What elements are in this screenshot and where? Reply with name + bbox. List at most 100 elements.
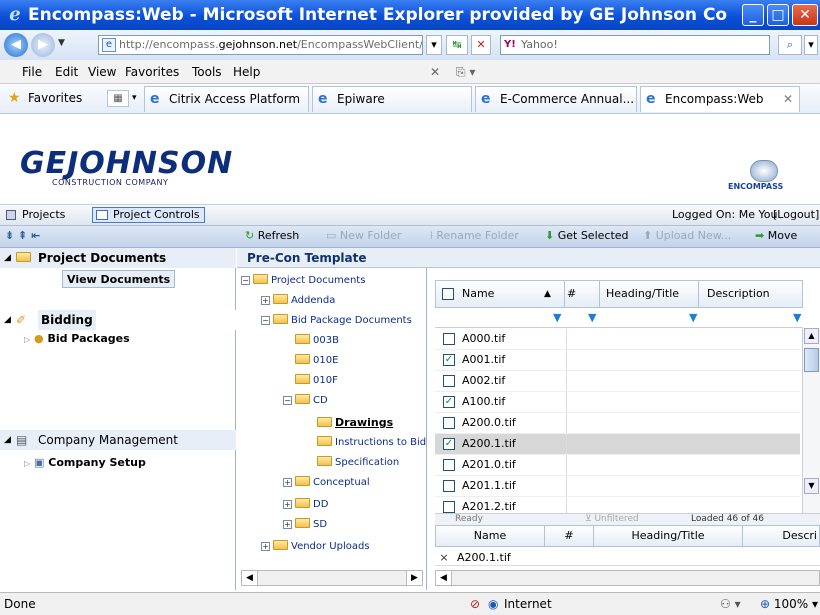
blocked-icon[interactable]: ⊘ [470, 593, 480, 615]
protected-mode-icon[interactable]: ⚇ ▾ [720, 593, 741, 615]
scroll-down-arrow-icon[interactable]: ▼ [804, 478, 819, 494]
tree-node-drawings[interactable]: Drawings [317, 414, 393, 432]
row-checkbox-checked[interactable]: ✓ [443, 438, 455, 450]
forward-button[interactable]: ▶ [31, 33, 55, 57]
tree-node-sd[interactable]: + SD [283, 516, 327, 534]
quick-tabs-icon[interactable]: ▦ [107, 90, 129, 107]
select-all-checkbox[interactable] [442, 288, 454, 300]
tab-citrix[interactable]: e Citrix Access Platform [144, 86, 309, 112]
tree-node-instructions[interactable]: Instructions to Bid [317, 434, 426, 452]
get-selected-button[interactable]: ⬇ Get Selected [545, 226, 629, 246]
tree-node-specification[interactable]: Specification [317, 454, 399, 472]
tree-horizontal-scrollbar[interactable]: ◀ ▶ [241, 570, 423, 586]
zoom-control[interactable]: ⊕ 100% ▾ [760, 593, 818, 615]
security-zone[interactable]: Internet [504, 593, 552, 615]
tree-node-conceptual[interactable]: + Conceptual [283, 474, 370, 492]
grid-row[interactable]: A000.tif [435, 329, 800, 350]
menu-file[interactable]: File [22, 60, 42, 84]
close-toolbar-icon[interactable]: ✕ [430, 60, 440, 84]
search-options-dropdown[interactable]: ▾ [804, 35, 818, 55]
detail-header-heading[interactable]: Heading/Title [593, 525, 743, 547]
row-checkbox[interactable] [443, 375, 455, 387]
grid-header-number[interactable]: # [564, 280, 600, 308]
nav-item-view-documents[interactable]: View Documents [62, 270, 176, 288]
history-dropdown[interactable]: ▼ [58, 38, 65, 48]
nav-item-company-setup[interactable]: ▷ ▣ Company Setup [24, 454, 146, 472]
minimize-button[interactable]: _ [742, 4, 764, 26]
tree-node-010e[interactable]: 010E [295, 352, 338, 370]
grid-header-name[interactable]: Name ▲ [435, 280, 565, 308]
menu-favorites[interactable]: Favorites [125, 60, 179, 84]
grid-header-heading[interactable]: Heading/Title [599, 280, 699, 308]
move-button[interactable]: ➡ Move [755, 226, 797, 246]
translate-icon[interactable]: ⎘ ▾ [456, 60, 475, 84]
tree-node-cd[interactable]: − CD [283, 392, 328, 410]
tab-ecommerce[interactable]: e E-Commerce Annual... [475, 86, 637, 112]
grid-row-selected[interactable]: ✓ A200.1.tif [435, 434, 800, 455]
filter-heading-icon[interactable]: ▼ [689, 311, 697, 324]
row-checkbox[interactable] [443, 459, 455, 471]
detail-header-number[interactable]: # [544, 525, 594, 547]
filter-number-icon[interactable]: ▼ [588, 311, 596, 324]
tab-epiware[interactable]: e Epiware [312, 86, 472, 112]
grid-row[interactable]: A002.tif [435, 371, 800, 392]
tree-node-003b[interactable]: 003B [295, 332, 339, 350]
logout-link[interactable]: [Logout] [773, 205, 819, 225]
scroll-left-arrow-icon[interactable]: ◀ [242, 571, 258, 585]
scroll-right-arrow-icon[interactable]: ▶ [406, 571, 422, 585]
nav-group-company-management[interactable]: ◢ ▤ Company Management [0, 430, 236, 450]
grid-row[interactable]: A200.0.tif [435, 413, 800, 434]
grid-row[interactable]: A201.0.tif [435, 455, 800, 476]
tree-node-project-documents[interactable]: − Project Documents [241, 272, 365, 290]
row-checkbox[interactable] [443, 501, 455, 513]
grid-row[interactable]: ✓ A100.tif [435, 392, 800, 413]
upload-new-button[interactable]: ⬆ Upload New... [643, 226, 731, 246]
refresh-button[interactable]: ↻ Refresh [245, 226, 299, 246]
detail-horizontal-scrollbar[interactable]: ◀ [435, 570, 820, 586]
collapse-all-icon[interactable]: ⇟ ⇞ ⇤ [5, 226, 40, 246]
tree-node-addenda[interactable]: + Addenda [261, 292, 335, 310]
close-button[interactable]: ✕ [792, 4, 818, 26]
tree-node-010f[interactable]: 010F [295, 372, 338, 390]
address-field[interactable]: e http://encompass.gejohnson.net/Encompa… [98, 35, 423, 55]
detail-row[interactable]: × A200.1.tif [435, 550, 820, 566]
menu-help[interactable]: Help [233, 60, 260, 84]
menu-tools[interactable]: Tools [192, 60, 222, 84]
detail-header-description[interactable]: Descri [742, 525, 820, 547]
detail-header-name[interactable]: Name [435, 525, 545, 547]
nav-group-bidding[interactable]: ◢ ✐ Bidding [0, 310, 236, 330]
row-checkbox[interactable] [443, 480, 455, 492]
scroll-left-arrow-icon[interactable]: ◀ [436, 571, 452, 585]
grid-header-description[interactable]: Description [698, 280, 803, 308]
filter-name-icon[interactable]: ▼ [553, 311, 561, 324]
favorites-button[interactable]: Favorites [28, 84, 82, 112]
menu-view[interactable]: View [88, 60, 116, 84]
tab-encompass[interactable]: e Encompass:Web ✕ [640, 86, 800, 112]
nav-tab-projects[interactable]: Projects [22, 205, 65, 225]
grid-row[interactable]: A201.1.tif [435, 476, 800, 497]
nav-tab-project-controls[interactable]: Project Controls [92, 207, 205, 223]
scroll-thumb[interactable] [804, 348, 819, 372]
back-button[interactable]: ◀ [4, 33, 28, 57]
favorites-star-icon[interactable]: ★ [8, 84, 21, 112]
filter-description-icon[interactable]: ▼ [793, 311, 801, 324]
tab-close-icon[interactable]: ✕ [783, 87, 793, 111]
stop-button[interactable]: ✕ [471, 35, 491, 55]
row-checkbox[interactable] [443, 417, 455, 429]
grid-vertical-scrollbar[interactable]: ▲ ▼ [802, 328, 820, 513]
search-field[interactable]: Y! Yahoo! [500, 35, 770, 55]
tree-node-bid-package-documents[interactable]: − Bid Package Documents [261, 312, 412, 330]
maximize-button[interactable]: □ [767, 4, 789, 26]
row-checkbox-checked[interactable]: ✓ [443, 354, 455, 366]
rename-folder-button[interactable]: ⟊ Rename Folder [430, 226, 519, 246]
tree-node-dd[interactable]: + DD [283, 496, 328, 514]
menu-edit[interactable]: Edit [55, 60, 78, 84]
remove-row-icon[interactable]: × [437, 550, 451, 566]
nav-item-bid-packages[interactable]: ▷ ● Bid Packages [24, 330, 130, 348]
new-folder-button[interactable]: ▭ New Folder [326, 226, 401, 246]
refresh-arrows-icon[interactable]: ↹ [446, 35, 468, 55]
grid-row[interactable]: ✓ A001.tif [435, 350, 800, 371]
scroll-up-arrow-icon[interactable]: ▲ [804, 328, 819, 344]
tree-node-vendor-uploads[interactable]: + Vendor Uploads [261, 538, 370, 556]
row-checkbox[interactable] [443, 333, 455, 345]
